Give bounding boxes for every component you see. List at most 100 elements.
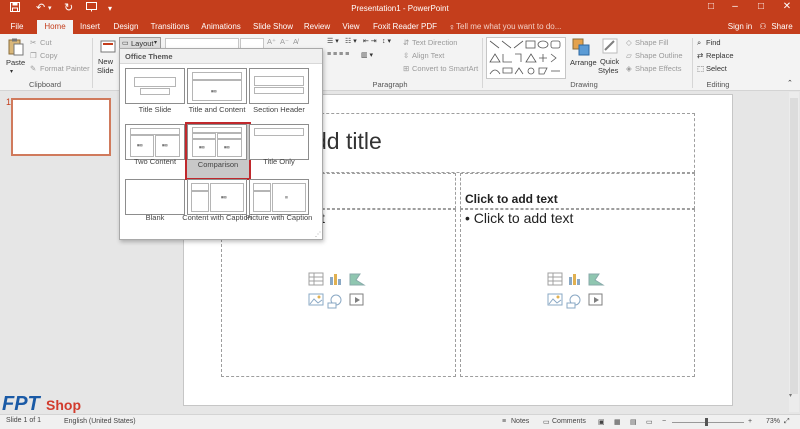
share-button[interactable]: Share xyxy=(768,20,796,34)
cut-button[interactable]: Cut xyxy=(40,38,52,47)
scrollbar-thumb[interactable] xyxy=(790,98,798,394)
paste-dropdown-icon[interactable]: ▾ xyxy=(10,68,13,75)
arrange-button[interactable]: Arrange xyxy=(570,58,597,67)
align-icons[interactable]: ≡ ≡ ≡ ≡ xyxy=(327,51,349,58)
layout-two-content[interactable]: ▦▧ ▦▧ xyxy=(125,124,185,160)
layout-label-content-with-caption: Content with Caption xyxy=(182,213,252,222)
maximize-button[interactable]: □ xyxy=(750,1,772,12)
layout-picture-with-caption[interactable]: ▨ xyxy=(249,179,309,215)
new-slide-label-line1[interactable]: New xyxy=(98,57,113,66)
tab-insert[interactable]: Insert xyxy=(76,20,104,34)
shape-effects-button[interactable]: Shape Effects xyxy=(635,64,682,73)
new-slide-icon[interactable] xyxy=(100,38,116,58)
fptshop-logo: FPT Shop xyxy=(2,393,122,419)
layout-section-header[interactable] xyxy=(249,68,309,104)
insert-content-icons[interactable] xyxy=(308,272,370,316)
layout-title-and-content[interactable]: ▦▧ xyxy=(187,68,247,104)
right-heading-placeholder[interactable]: Click to add text xyxy=(460,173,695,209)
numbering-icon[interactable]: ☷ ▾ xyxy=(345,37,357,45)
layout-title-only[interactable] xyxy=(249,124,309,160)
vertical-scrollbar[interactable]: ▾ xyxy=(789,92,799,412)
tab-file[interactable]: File xyxy=(6,20,28,34)
layout-blank[interactable] xyxy=(125,179,185,215)
decrease-font-icon[interactable]: A⁻ xyxy=(280,37,289,46)
fit-slide-icon[interactable]: ⤢ xyxy=(784,418,790,426)
shape-fill-button[interactable]: Shape Fill xyxy=(635,38,668,47)
find-icon: ⌕ xyxy=(697,38,702,47)
bullets-icon[interactable]: ☰ ▾ xyxy=(327,37,339,45)
zoom-level[interactable]: 73% xyxy=(766,418,780,425)
select-button[interactable]: Select xyxy=(706,64,727,73)
copy-icon: ❐ xyxy=(30,51,37,60)
language-status[interactable]: English (United States) xyxy=(64,418,136,425)
layout-comparison[interactable]: ▦▧ ▦▧ xyxy=(187,124,247,160)
align-text-button[interactable]: Align Text xyxy=(412,51,444,60)
quick-styles-label-line2[interactable]: Styles xyxy=(598,66,618,75)
line-spacing-icon[interactable]: ↕ ▾ xyxy=(382,37,391,45)
tab-slide-show[interactable]: Slide Show xyxy=(250,20,296,34)
comments-button[interactable]: Comments xyxy=(552,418,586,425)
paste-icon[interactable] xyxy=(8,38,24,58)
indent-icon[interactable]: ⇤ ⇥ xyxy=(363,37,377,45)
layout-content-with-caption[interactable]: ▦▧ xyxy=(187,179,247,215)
gallery-resize-grip-icon[interactable]: ⋰ xyxy=(315,231,321,238)
align-text-icon: ⇳ xyxy=(403,51,410,60)
new-slide-label-line2[interactable]: Slide xyxy=(97,66,114,75)
paste-button[interactable]: Paste xyxy=(6,58,25,67)
slide-count-status[interactable]: Slide 1 of 1 xyxy=(6,417,41,424)
copy-button[interactable]: Copy xyxy=(40,51,58,60)
tab-home[interactable]: Home xyxy=(37,20,73,34)
convert-smartart-button[interactable]: Convert to SmartArt xyxy=(412,64,478,73)
ribbon-display-icon[interactable]: □ xyxy=(700,1,722,12)
comments-icon: ▭ xyxy=(543,419,550,426)
reading-view-icon[interactable]: ▤ xyxy=(630,418,637,426)
gallery-header-text: Office Theme xyxy=(125,52,173,61)
slide-sorter-icon[interactable]: ▦ xyxy=(614,418,621,426)
slide-show-icon[interactable]: ▭ xyxy=(646,418,653,426)
right-content-placeholder[interactable]: • Click to add text xyxy=(460,209,695,377)
find-button[interactable]: Find xyxy=(706,38,721,47)
zoom-in-icon[interactable]: + xyxy=(748,418,752,425)
format-painter-button[interactable]: Format Painter xyxy=(40,64,90,73)
shapes-gallery[interactable] xyxy=(486,37,566,79)
clear-formatting-icon[interactable]: A̸ xyxy=(293,37,298,46)
tab-design[interactable]: Design xyxy=(110,20,142,34)
layout-comparison-selected[interactable]: ▦▧ ▦▧ Comparison xyxy=(185,122,251,180)
shape-effects-icon: ◈ xyxy=(626,64,632,73)
tab-transitions[interactable]: Transitions xyxy=(147,20,193,34)
quick-styles-icon[interactable] xyxy=(602,38,618,56)
text-direction-button[interactable]: Text Direction xyxy=(412,38,457,47)
cut-icon: ✂ xyxy=(30,38,37,47)
normal-view-icon[interactable]: ▣ xyxy=(598,418,605,426)
tell-me-box[interactable]: Tell me what you want to do... xyxy=(456,20,566,34)
increase-font-icon[interactable]: A⁺ xyxy=(267,37,276,46)
quick-styles-label-line1[interactable]: Quick xyxy=(600,57,619,66)
zoom-out-icon[interactable]: − xyxy=(662,418,666,425)
arrange-icon[interactable] xyxy=(572,38,590,58)
shape-outline-button[interactable]: Shape Outline xyxy=(635,51,683,60)
insert-content-icons[interactable] xyxy=(547,272,609,316)
divider xyxy=(482,38,483,88)
replace-icon: ⇄ xyxy=(697,51,704,60)
close-button[interactable]: ✕ xyxy=(776,1,798,12)
tab-view[interactable]: View xyxy=(338,20,364,34)
tab-foxit-reader-pdf[interactable]: Foxit Reader PDF xyxy=(369,20,441,34)
next-slide-icon[interactable]: ▾ xyxy=(789,392,792,399)
layout-label: Layout xyxy=(131,39,154,48)
tab-animations[interactable]: Animations xyxy=(198,20,244,34)
layout-label-title-only: Title Only xyxy=(263,157,295,166)
collapse-ribbon-icon[interactable]: ⌃ xyxy=(787,79,793,87)
shape-fill-icon: ◇ xyxy=(626,38,632,47)
sign-in-link[interactable]: Sign in xyxy=(725,20,755,34)
layout-title-slide[interactable] xyxy=(125,68,185,104)
zoom-slider-handle[interactable] xyxy=(705,418,708,426)
replace-button[interactable]: Replace xyxy=(706,51,734,60)
shape-outline-icon: ▱ xyxy=(626,51,632,60)
slide-thumbnail[interactable] xyxy=(11,98,111,156)
zoom-slider[interactable] xyxy=(672,422,744,423)
columns-icon[interactable]: ▥ ▾ xyxy=(361,51,373,59)
tab-review[interactable]: Review xyxy=(301,20,333,34)
divider xyxy=(92,38,93,88)
notes-button[interactable]: Notes xyxy=(511,418,529,425)
minimize-button[interactable]: – xyxy=(724,1,746,12)
